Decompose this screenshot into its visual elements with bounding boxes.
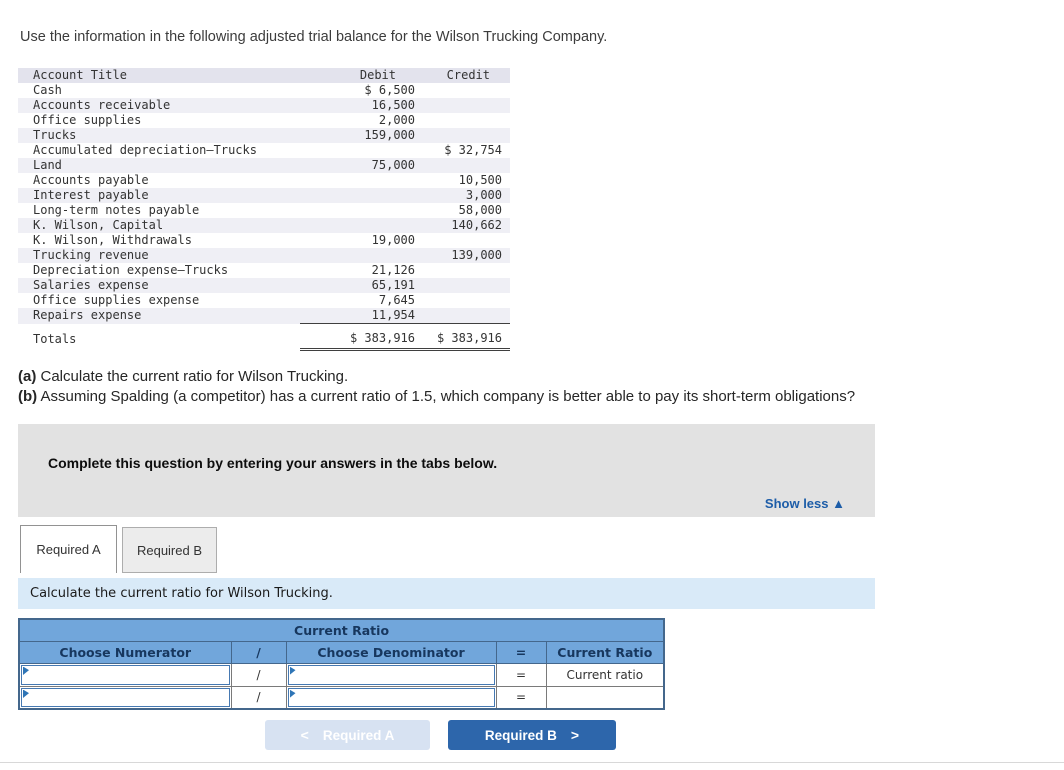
ratio-row-2: / = xyxy=(18,685,665,710)
table-row: Office supplies 2,000 xyxy=(33,113,415,127)
current-ratio-result-label: Current ratio xyxy=(545,662,665,687)
required-tabs: Required A Required B xyxy=(20,525,217,573)
table-row: Salaries expense 65,191 xyxy=(18,278,510,293)
numerator-dropdown-row2[interactable] xyxy=(21,687,230,707)
ratio-table-header-row: Choose Numerator / Choose Denominator = … xyxy=(18,640,665,664)
dropdown-flag-icon xyxy=(289,666,296,676)
table-row: Interest payable 3,000 xyxy=(18,188,510,203)
totals-row: Totals $ 383,916 $ 383,916 xyxy=(18,323,510,351)
dropdown-flag-icon xyxy=(23,666,29,676)
col-current-ratio: Current Ratio xyxy=(545,640,665,664)
show-less-arrow-icon: ▲ xyxy=(832,496,845,511)
required-b-next-button[interactable]: Required B > xyxy=(448,720,616,750)
equals-cell: = xyxy=(495,662,547,687)
table-row: Accounts payable 10,500 xyxy=(33,173,502,187)
table-row: K. Wilson, Capital 140,662 xyxy=(18,218,510,233)
instruction-panel: Complete this question by entering your … xyxy=(18,424,875,517)
col-account-title: Account Title xyxy=(18,68,300,83)
col-choose-denominator: Choose Denominator xyxy=(285,640,497,664)
numerator-dropdown-row1[interactable] xyxy=(21,664,230,685)
table-row: Land 75,000 xyxy=(18,158,510,173)
table-row: Trucking revenue 139,000 xyxy=(18,248,510,263)
current-ratio-result-empty xyxy=(545,685,665,710)
tab-instruction-bar: Calculate the current ratio for Wilson T… xyxy=(18,578,875,609)
table-row: Accumulated depreciation—Trucks $ 32,754 xyxy=(33,143,502,157)
current-ratio-table: Current Ratio Choose Numerator / Choose … xyxy=(18,618,666,710)
table-row: K. Wilson, Withdrawals 19,000 xyxy=(33,233,415,247)
col-credit: Credit xyxy=(420,68,510,83)
table-row: Repairs expense 11,954 xyxy=(18,308,510,324)
table-row: Cash $ 6,500 xyxy=(33,83,415,97)
question-b: (b) Assuming Spalding (a competitor) has… xyxy=(18,387,856,405)
table-row: Depreciation expense—Trucks 21,126 xyxy=(33,263,415,277)
dropdown-flag-icon xyxy=(23,689,29,699)
ratio-row-1: / = Current ratio xyxy=(18,662,665,687)
intro-text: Use the information in the following adj… xyxy=(20,29,608,45)
tab-required-a[interactable]: Required A xyxy=(20,525,117,573)
required-a-prev-button[interactable]: < Required A xyxy=(265,720,430,750)
dropdown-flag-icon xyxy=(289,689,296,699)
table-row: Accounts receivable 16,500 xyxy=(18,98,510,113)
chevron-right-icon: > xyxy=(570,727,580,743)
col-equals: = xyxy=(495,640,547,664)
slash-cell: / xyxy=(230,685,287,710)
question-a: (a) Calculate the current ratio for Wils… xyxy=(18,368,349,385)
ratio-table-title-row: Current Ratio xyxy=(18,618,665,642)
trial-balance-header: Account Title Debit Credit xyxy=(18,68,510,83)
ratio-table-title: Current Ratio xyxy=(18,618,665,642)
col-choose-numerator: Choose Numerator xyxy=(18,640,232,664)
tab-required-b[interactable]: Required B xyxy=(122,527,217,573)
table-row: Trucks 159,000 xyxy=(18,128,510,143)
trial-balance-table: Account Title Debit Credit Cash $ 6,500 A… xyxy=(18,68,510,351)
question-text: (a) Calculate the current ratio for Wils… xyxy=(18,367,855,406)
chevron-left-icon: < xyxy=(300,727,309,743)
show-less-link[interactable]: Show less ▲ xyxy=(765,496,845,511)
slash-cell: / xyxy=(230,662,287,687)
col-debit: Debit xyxy=(300,68,420,83)
table-row: Long-term notes payable 58,000 xyxy=(33,203,502,217)
panel-instruction: Complete this question by entering your … xyxy=(48,455,498,471)
col-slash: / xyxy=(230,640,287,664)
bottom-divider xyxy=(0,762,1064,763)
table-row: Office supplies expense 7,645 xyxy=(33,293,415,307)
denominator-dropdown-row2[interactable] xyxy=(287,687,495,707)
denominator-dropdown-row1[interactable] xyxy=(287,664,495,685)
equals-cell: = xyxy=(495,685,547,710)
